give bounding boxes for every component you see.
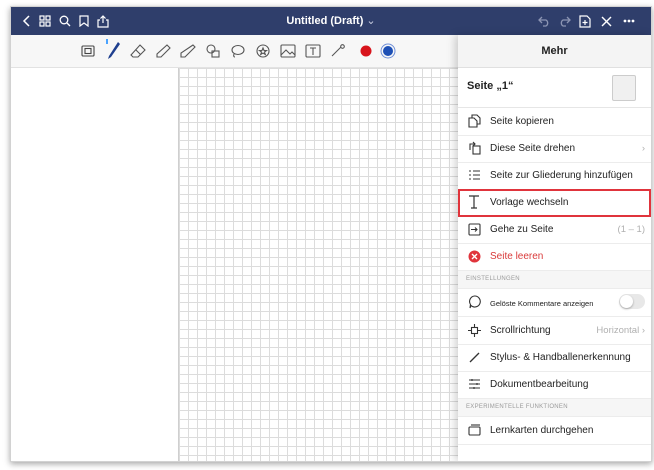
section-label: EINSTELLUNGEN: [466, 276, 520, 282]
scroll-direction-icon: [467, 323, 481, 337]
color-red-swatch[interactable]: [357, 43, 375, 59]
setting-label: Dokumentbearbeitung: [490, 379, 589, 390]
pen-icon[interactable]: [104, 39, 122, 61]
page-layout-icon[interactable]: [79, 43, 97, 59]
more-icon[interactable]: [621, 13, 637, 29]
menu-label: Diese Seite drehen: [490, 143, 576, 154]
laser-pointer-icon[interactable]: [329, 43, 347, 59]
section-label: EXPERIMENTELLE FUNKTIONEN: [466, 404, 568, 410]
chevron-right-icon: ›: [641, 143, 645, 154]
setting-document-editing[interactable]: Dokumentbearbeitung: [458, 371, 651, 399]
setting-label: Gelöste Kommentare anzeigen: [490, 299, 594, 308]
document-title-text: Untitled (Draft): [286, 15, 364, 27]
menu-label: Seite kopieren: [490, 116, 554, 127]
comment-icon: [467, 295, 481, 309]
outline-list-icon: [467, 168, 481, 182]
section-experimental: EXPERIMENTELLE FUNKTIONEN: [458, 399, 651, 417]
template-icon: [467, 195, 481, 209]
close-icon[interactable]: [598, 13, 614, 29]
menu-switch-template[interactable]: Vorlage wechseln: [458, 189, 651, 217]
flashcards-icon: [467, 423, 481, 437]
menu-add-to-outline[interactable]: Seite zur Gliederung hinzufügen: [458, 162, 651, 190]
edit-document-icon: [467, 377, 481, 391]
go-to-page-icon: [467, 222, 481, 236]
menu-label: Seite zur Gliederung hinzufügen: [490, 170, 633, 181]
scroll-direction-value: Horizontal ›: [596, 325, 645, 336]
highlighter-icon[interactable]: [154, 43, 172, 59]
section-settings: EINSTELLUNGEN: [458, 271, 651, 289]
clear-page-icon: [467, 249, 481, 263]
page-range: (1 – 1): [617, 224, 645, 235]
setting-stylus-palm[interactable]: Stylus- & Handballenerkennung: [458, 344, 651, 372]
page-info-row[interactable]: Seite „1“: [458, 67, 651, 108]
add-page-icon[interactable]: [577, 13, 593, 29]
shapes-icon[interactable]: [204, 43, 222, 59]
pencil-icon[interactable]: [179, 43, 197, 59]
menu-label: Seite leeren: [490, 251, 544, 262]
setting-label: Scrollrichtung: [490, 325, 551, 336]
grid-page-canvas[interactable]: [178, 68, 469, 461]
left-blank-area: [11, 68, 178, 461]
stylus-icon: [467, 350, 481, 364]
resolved-comments-toggle[interactable]: [619, 294, 645, 309]
menu-rotate-page[interactable]: Diese Seite drehen ›: [458, 135, 651, 163]
app-window: Untitled (Draft) ⌄ Mehr Seite „1“ Seite …: [10, 6, 652, 462]
menu-label: Lernkarten durchgehen: [490, 425, 594, 436]
title-dropdown-icon: ⌄: [366, 15, 376, 27]
panel-title: Mehr: [458, 35, 651, 68]
menu-copy-page[interactable]: Seite kopieren: [458, 108, 651, 136]
setting-scroll-direction[interactable]: Scrollrichtung Horizontal ›: [458, 317, 651, 345]
lasso-icon[interactable]: [229, 43, 247, 59]
page-thumbnail[interactable]: [612, 75, 636, 101]
title-bar: Untitled (Draft) ⌄: [11, 7, 651, 35]
image-icon[interactable]: [279, 43, 297, 59]
redo-icon[interactable]: [556, 13, 572, 29]
color-blue-swatch[interactable]: [379, 43, 397, 59]
page-label: Seite „1“: [467, 80, 514, 92]
more-panel: Mehr Seite „1“ Seite kopieren Diese Seit…: [458, 35, 651, 461]
document-title[interactable]: Untitled (Draft) ⌄: [11, 14, 651, 27]
menu-label: Vorlage wechseln: [490, 197, 569, 208]
text-icon[interactable]: [304, 43, 322, 59]
rotate-page-icon: [467, 141, 481, 155]
sticker-icon[interactable]: [254, 43, 272, 59]
menu-go-to-page[interactable]: Gehe zu Seite (1 – 1): [458, 216, 651, 244]
setting-label: Stylus- & Handballenerkennung: [490, 352, 631, 363]
menu-clear-page[interactable]: Seite leeren: [458, 243, 651, 271]
eraser-icon[interactable]: [129, 43, 147, 59]
menu-flashcards[interactable]: Lernkarten durchgehen: [458, 417, 651, 445]
copy-page-icon: [467, 114, 481, 128]
undo-icon[interactable]: [536, 13, 552, 29]
menu-label: Gehe zu Seite: [490, 224, 554, 235]
setting-resolved-comments[interactable]: Gelöste Kommentare anzeigen: [458, 289, 651, 317]
